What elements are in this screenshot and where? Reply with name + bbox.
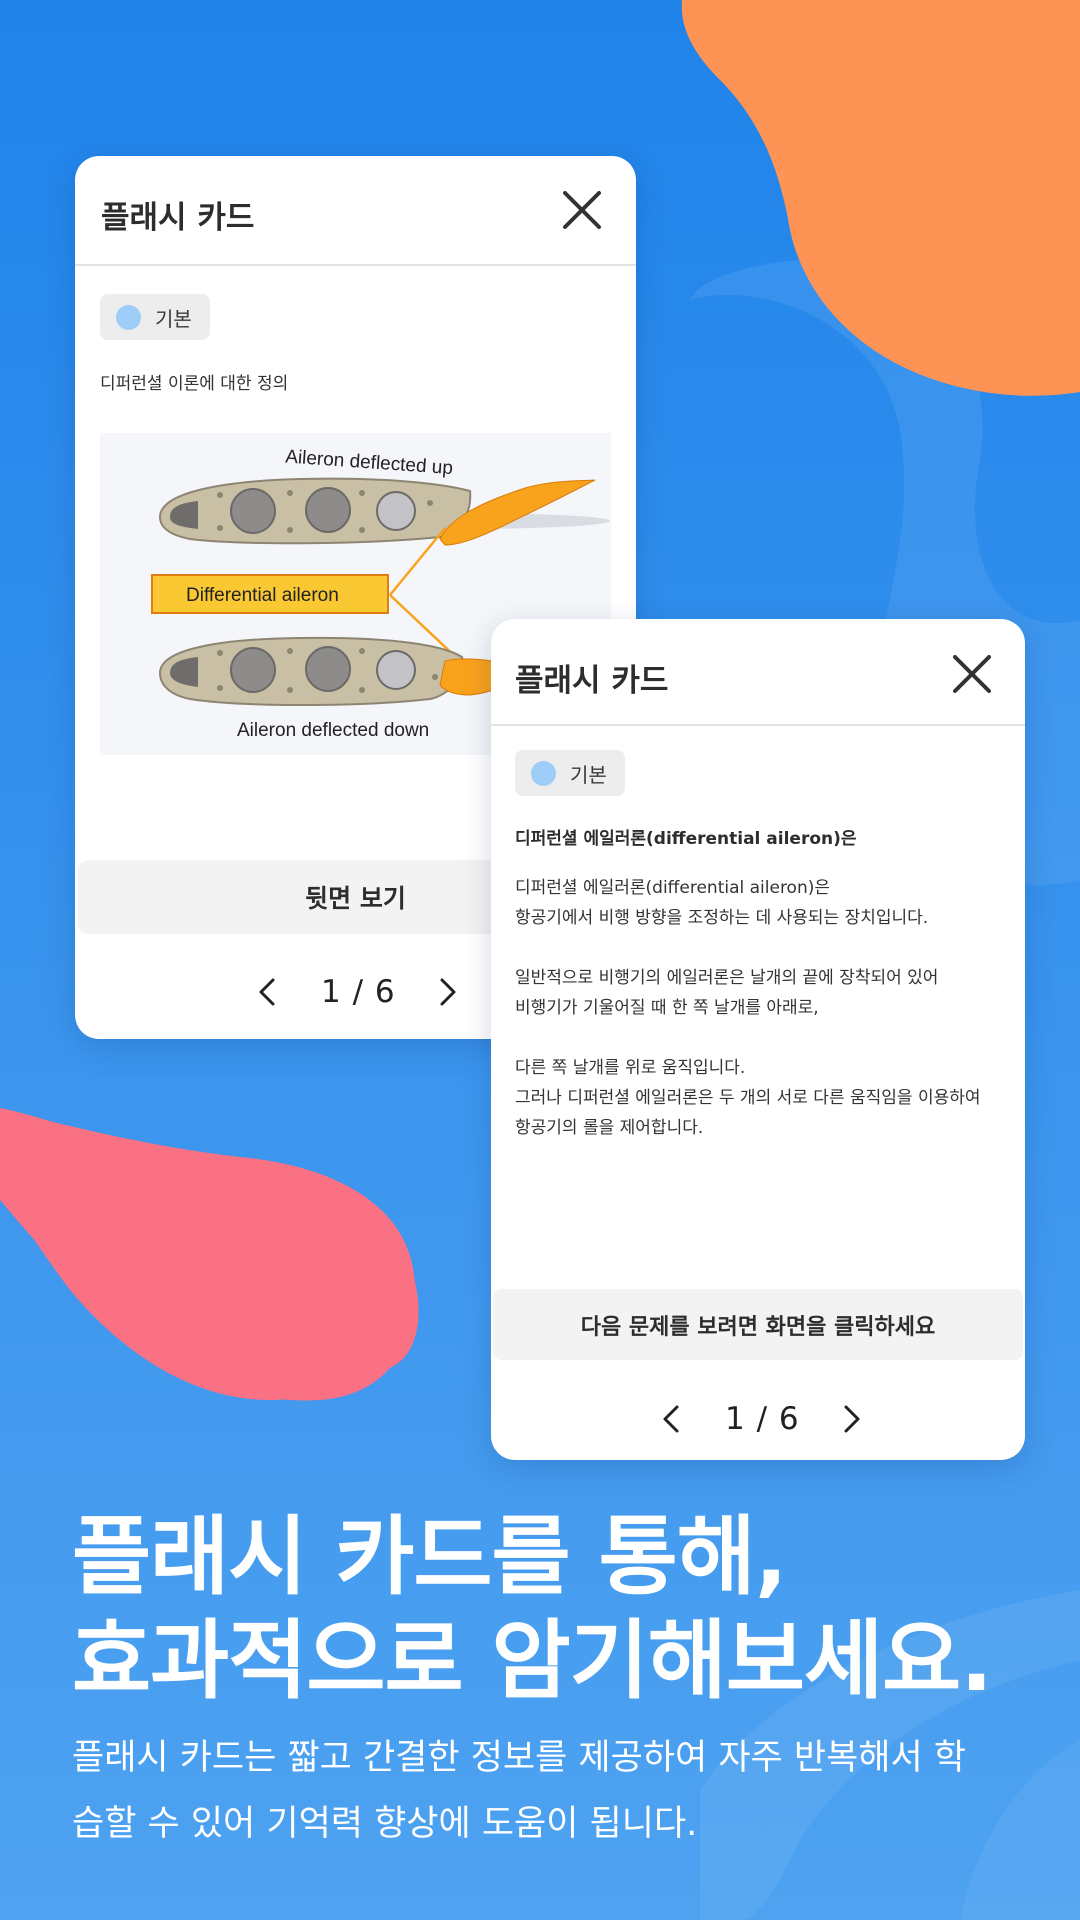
close-icon[interactable] — [562, 190, 602, 230]
label-up: Aileron deflected up — [285, 446, 454, 479]
category-chip: 기본 — [100, 294, 210, 340]
next-question-button[interactable]: 다음 문제를 보려면 화면을 클릭하세요 — [493, 1289, 1023, 1360]
orange-blob — [681, 0, 1080, 396]
promo-subline: 플래시 카드는 짧고 간결한 정보를 제공하여 자주 반복해서 학 습할 수 있… — [72, 1725, 1022, 1857]
category-dot-icon — [531, 760, 556, 786]
close-icon[interactable] — [952, 654, 992, 694]
body-line: 비행기가 기울어질 때 한 쪽 날개를 아래로, — [515, 998, 819, 1018]
body-line: 그러나 디퍼런셜 에일러론은 두 개의 서로 다른 움직임을 이용하여 — [515, 1088, 981, 1108]
chevron-right-icon[interactable] — [838, 1404, 864, 1434]
promo-headline: 플래시 카드를 통해, 효과적으로 암기해보세요. — [72, 1505, 993, 1713]
card-description: 디퍼런셜 이론에 대한 정의 — [100, 374, 289, 394]
answer-heading: 디퍼런셜 에일러론(differential aileron)은 — [515, 829, 857, 849]
chip-label: 기본 — [155, 306, 192, 331]
category-chip: 기본 — [515, 750, 625, 796]
flashcard-back[interactable]: 플래시 카드 기본 디퍼런셜 에일러론(differential aileron… — [491, 619, 1025, 1460]
page-indicator: 1 / 6 — [725, 1401, 800, 1437]
pink-blob — [0, 1108, 415, 1401]
headline-line: 효과적으로 암기해보세요. — [72, 1611, 993, 1711]
pager: 1 / 6 — [659, 1401, 864, 1437]
page-indicator: 1 / 6 — [321, 974, 396, 1010]
chevron-left-icon[interactable] — [659, 1404, 685, 1434]
chevron-right-icon[interactable] — [434, 977, 460, 1007]
chevron-left-icon[interactable] — [255, 977, 281, 1007]
headline-line: 플래시 카드를 통해, — [72, 1507, 788, 1607]
body-line: 디퍼런셜 에일러론(differential aileron)은 — [515, 878, 831, 898]
card-title: 플래시 카드 — [101, 200, 255, 236]
body-line: 일반적으로 비행기의 에일러론은 날개의 끝에 장착되어 있어 — [515, 968, 939, 988]
card-header: 플래시 카드 — [491, 619, 1025, 726]
body-line: 다른 쪽 날개를 위로 움직입니다. — [515, 1058, 746, 1078]
label-down: Aileron deflected down — [237, 720, 429, 741]
body-line: 항공기의 롤을 제어합니다. — [515, 1118, 704, 1138]
body-line: 항공기에서 비행 방향을 조정하는 데 사용되는 장치입니다. — [515, 908, 929, 928]
card-title: 플래시 카드 — [515, 663, 669, 699]
answer-body: 디퍼런셜 에일러론(differential aileron)은 항공기에서 비… — [515, 873, 1015, 1143]
label-center: Differential aileron — [186, 585, 339, 606]
subline-line: 습할 수 있어 기억력 향상에 도움이 됩니다. — [72, 1804, 698, 1844]
chip-label: 기본 — [570, 762, 607, 787]
pager: 1 / 6 — [255, 974, 460, 1010]
card-header: 플래시 카드 — [75, 156, 636, 266]
subline-line: 플래시 카드는 짧고 간결한 정보를 제공하여 자주 반복해서 학 — [72, 1738, 967, 1778]
category-dot-icon — [116, 304, 141, 330]
